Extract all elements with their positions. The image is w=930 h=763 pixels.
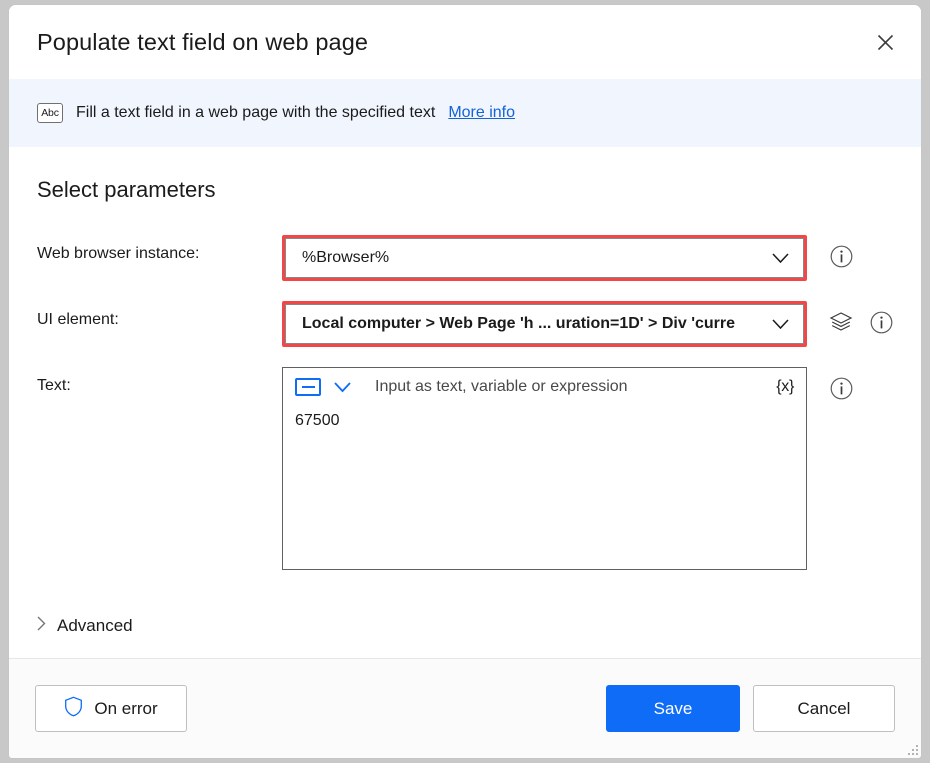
info-icon[interactable] (869, 310, 893, 334)
dialog-titlebar: Populate text field on web page (9, 5, 921, 79)
close-icon (877, 34, 894, 51)
description-banner: Abc Fill a text field in a web page with… (9, 79, 921, 147)
info-icon[interactable] (829, 244, 853, 268)
chevron-right-icon (37, 616, 46, 636)
resize-grip[interactable] (905, 742, 918, 755)
browser-instance-row-icons (807, 235, 853, 268)
insert-variable-button[interactable]: {x} (774, 378, 796, 396)
text-input[interactable]: 67500 (283, 406, 806, 569)
layers-icon[interactable] (829, 310, 853, 334)
ui-element-field-area: Local computer > Web Page 'h ... uration… (282, 301, 807, 347)
param-row-text: Text: Input as text, variable or express… (37, 367, 893, 570)
chevron-down-icon (767, 311, 793, 337)
param-row-browser-instance: Web browser instance: %Browser% (37, 235, 893, 281)
close-button[interactable] (863, 22, 907, 62)
more-info-link[interactable]: More info (448, 104, 515, 122)
text-label: Text: (37, 367, 282, 395)
text-field-area: Input as text, variable or expression {x… (282, 367, 807, 570)
on-error-button[interactable]: On error (35, 685, 187, 732)
text-row-icons (807, 367, 853, 400)
dialog-window: Populate text field on web page Abc Fill… (8, 4, 922, 759)
cancel-button[interactable]: Cancel (753, 685, 895, 732)
ui-element-value: Local computer > Web Page 'h ... uration… (302, 315, 767, 333)
text-input-container: Input as text, variable or expression {x… (282, 367, 807, 570)
abc-icon: Abc (37, 103, 63, 123)
input-type-icon[interactable] (295, 378, 321, 396)
ui-element-label: UI element: (37, 301, 282, 329)
ui-element-highlight: Local computer > Web Page 'h ... uration… (282, 301, 807, 347)
text-input-hint: Input as text, variable or expression (363, 378, 766, 396)
on-error-label: On error (94, 699, 157, 719)
advanced-label: Advanced (57, 616, 133, 636)
banner-description: Fill a text field in a web page with the… (76, 104, 435, 122)
shield-icon (64, 696, 83, 722)
param-row-ui-element: UI element: Local computer > Web Page 'h… (37, 301, 893, 347)
browser-instance-highlight: %Browser% (282, 235, 807, 281)
save-button[interactable]: Save (606, 685, 740, 732)
info-icon[interactable] (829, 376, 853, 400)
chevron-down-icon (767, 245, 793, 271)
browser-instance-label: Web browser instance: (37, 235, 282, 263)
ui-element-row-icons (807, 301, 893, 334)
browser-instance-value: %Browser% (302, 249, 767, 267)
chevron-down-icon[interactable] (329, 374, 355, 400)
footer-actions: Save Cancel (606, 685, 895, 732)
browser-instance-select[interactable]: %Browser% (285, 238, 804, 278)
section-heading: Select parameters (37, 177, 893, 203)
page-title: Populate text field on web page (37, 29, 863, 56)
text-input-header: Input as text, variable or expression {x… (283, 368, 806, 406)
dialog-body: Select parameters Web browser instance: … (9, 147, 921, 658)
browser-instance-field-area: %Browser% (282, 235, 807, 281)
advanced-expander[interactable]: Advanced (37, 616, 133, 636)
ui-element-select[interactable]: Local computer > Web Page 'h ... uration… (285, 304, 804, 344)
dialog-footer: On error Save Cancel (9, 658, 921, 758)
